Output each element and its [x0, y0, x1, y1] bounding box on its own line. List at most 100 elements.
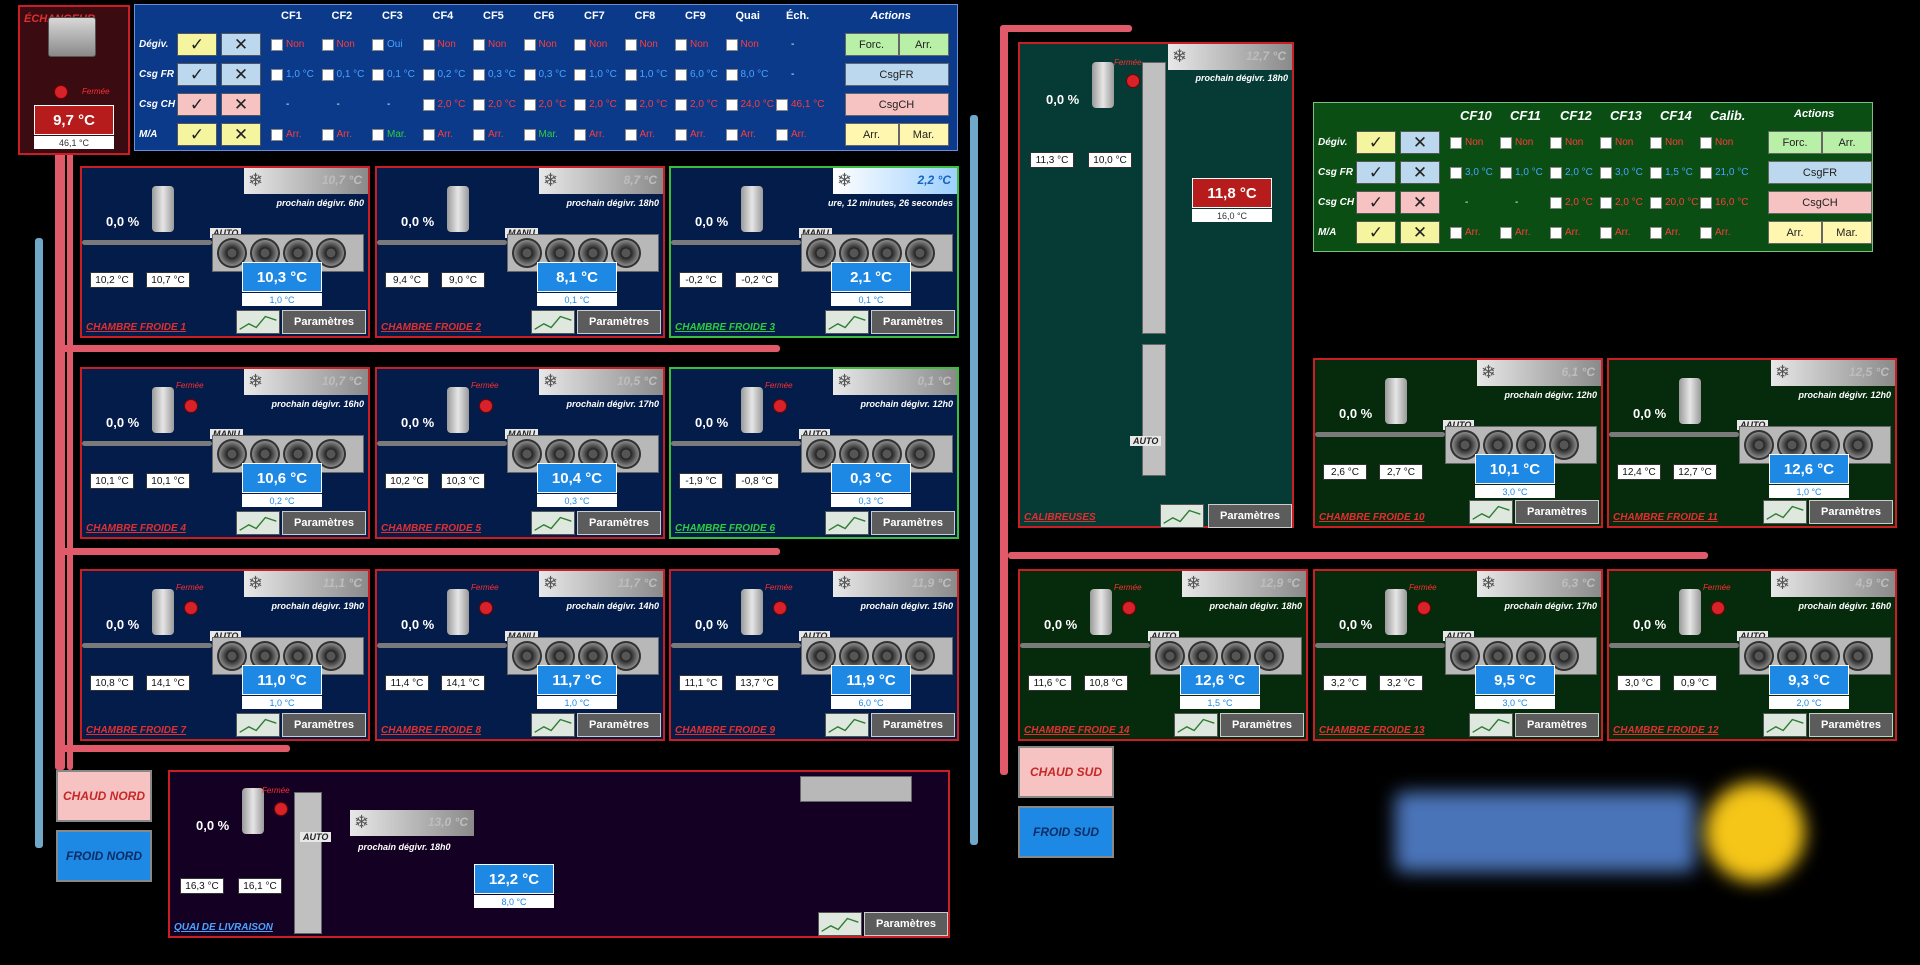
row-checkbox[interactable] [473, 129, 485, 141]
params-button[interactable]: Paramètres [577, 713, 661, 737]
params-button[interactable]: Paramètres [1515, 500, 1599, 524]
row-checkbox[interactable] [675, 39, 687, 51]
trend-graph-icon[interactable] [825, 310, 869, 334]
row-checkbox[interactable] [725, 99, 738, 111]
row-checkbox[interactable] [1700, 227, 1712, 239]
row-checkbox[interactable] [372, 39, 384, 51]
row-checkbox[interactable] [1650, 137, 1662, 149]
row-checkbox[interactable] [321, 69, 334, 81]
row-checkbox[interactable] [1700, 197, 1712, 209]
trend-graph-icon[interactable] [236, 511, 280, 535]
defrost-box[interactable]: ❄ 10,5 °C [539, 369, 663, 395]
row-checkbox[interactable] [1700, 137, 1712, 149]
row-checkbox[interactable] [523, 99, 536, 111]
check-button[interactable]: ✓ [1356, 161, 1396, 184]
quai-red-valve-icon[interactable] [274, 802, 288, 816]
trend-graph-icon[interactable] [236, 713, 280, 737]
csgch-button[interactable]: CsgCH [844, 93, 949, 116]
check-button[interactable]: ✓ [177, 63, 217, 86]
cross-button[interactable]: ✕ [221, 123, 261, 146]
params-button[interactable]: Paramètres [1515, 713, 1599, 737]
params-button[interactable]: Paramètres [577, 310, 661, 334]
row-checkbox[interactable] [1500, 227, 1512, 239]
room-valve-icon[interactable] [773, 399, 787, 413]
trend-graph-icon[interactable] [1763, 500, 1807, 524]
row-checkbox[interactable] [624, 69, 637, 81]
row-checkbox[interactable] [1550, 137, 1562, 149]
start-all-button[interactable]: Mar. [1822, 221, 1872, 244]
params-button[interactable]: Paramètres [282, 310, 366, 334]
row-checkbox[interactable] [675, 129, 687, 141]
trend-graph-icon[interactable] [531, 511, 575, 535]
row-checkbox[interactable] [1450, 167, 1462, 179]
row-checkbox[interactable] [271, 39, 283, 51]
params-button[interactable]: Paramètres [1809, 713, 1893, 737]
check-button[interactable]: ✓ [177, 33, 217, 56]
quai-mode[interactable]: AUTO [300, 832, 332, 842]
row-checkbox[interactable] [1500, 137, 1512, 149]
row-checkbox[interactable] [422, 129, 435, 141]
row-checkbox[interactable] [675, 99, 687, 111]
params-button[interactable]: Paramètres [871, 310, 955, 334]
room-valve-icon[interactable] [773, 601, 787, 615]
start-all-button[interactable]: Mar. [898, 123, 949, 146]
force-button[interactable]: Forc. [844, 33, 899, 56]
row-checkbox[interactable] [422, 99, 435, 111]
trend-graph-icon[interactable] [1469, 713, 1513, 737]
defrost-box[interactable]: ❄ 10,7 °C [244, 369, 368, 395]
params-button[interactable]: Paramètres [1220, 713, 1304, 737]
params-button[interactable]: Paramètres [282, 511, 366, 535]
defrost-box[interactable]: ❄ 0,1 °C [833, 369, 957, 395]
cross-button[interactable]: ✕ [221, 33, 261, 56]
room-valve-icon[interactable] [1122, 601, 1136, 615]
force-button[interactable]: Forc. [1768, 131, 1822, 154]
row-checkbox[interactable] [776, 99, 788, 111]
defrost-box[interactable]: ❄ 12,9 °C [1182, 571, 1306, 597]
trend-graph-icon[interactable] [236, 310, 280, 334]
calibreuses-defrost-box[interactable]: ❄ 12,7 °C [1168, 44, 1292, 70]
row-checkbox[interactable] [523, 129, 536, 141]
params-button[interactable]: Paramètres [1809, 500, 1893, 524]
row-checkbox[interactable] [1550, 197, 1562, 209]
row-checkbox[interactable] [1600, 167, 1612, 179]
row-checkbox[interactable] [422, 39, 435, 51]
trend-graph-icon[interactable] [825, 713, 869, 737]
cross-button[interactable]: ✕ [1400, 221, 1440, 244]
quai-params-button[interactable]: Paramètres [864, 912, 948, 936]
row-checkbox[interactable] [1700, 167, 1712, 179]
row-checkbox[interactable] [1600, 197, 1612, 209]
room-valve-icon[interactable] [1417, 601, 1431, 615]
row-checkbox[interactable] [624, 129, 637, 141]
room-valve-icon[interactable] [479, 399, 493, 413]
row-checkbox[interactable] [422, 69, 435, 81]
stop-button[interactable]: Arr. [1822, 131, 1872, 154]
check-button[interactable]: ✓ [1356, 221, 1396, 244]
cross-button[interactable]: ✕ [1400, 191, 1440, 214]
row-checkbox[interactable] [1500, 167, 1512, 179]
defrost-box[interactable]: ❄ 12,5 °C [1771, 360, 1895, 386]
defrost-box[interactable]: ❄ 6,1 °C [1477, 360, 1601, 386]
calibreuses-params-button[interactable]: Paramètres [1208, 504, 1292, 528]
quai-graph-icon[interactable] [818, 912, 862, 936]
check-button[interactable]: ✓ [1356, 131, 1396, 154]
check-button[interactable]: ✓ [177, 93, 217, 116]
csgch-button[interactable]: CsgCH [1768, 191, 1872, 214]
cross-button[interactable]: ✕ [221, 93, 261, 116]
calibreuses-mode[interactable]: AUTO [1130, 436, 1162, 446]
row-checkbox[interactable] [1550, 227, 1562, 239]
cross-button[interactable]: ✕ [1400, 131, 1440, 154]
row-checkbox[interactable] [1450, 137, 1462, 149]
room-valve-icon[interactable] [184, 399, 198, 413]
row-checkbox[interactable] [523, 39, 536, 51]
check-button[interactable]: ✓ [177, 123, 217, 146]
chaud-sud-button[interactable]: CHAUD SUD [1018, 746, 1114, 798]
row-checkbox[interactable] [321, 39, 334, 51]
stop-all-button[interactable]: Arr. [844, 123, 899, 146]
chaud-nord-button[interactable]: CHAUD NORD [56, 770, 152, 822]
row-checkbox[interactable] [372, 69, 384, 81]
row-checkbox[interactable] [1650, 197, 1662, 209]
trend-graph-icon[interactable] [1469, 500, 1513, 524]
defrost-box[interactable]: ❄ 11,1 °C [244, 571, 368, 597]
exchanger-valve-icon[interactable] [54, 85, 68, 99]
cross-button[interactable]: ✕ [221, 63, 261, 86]
